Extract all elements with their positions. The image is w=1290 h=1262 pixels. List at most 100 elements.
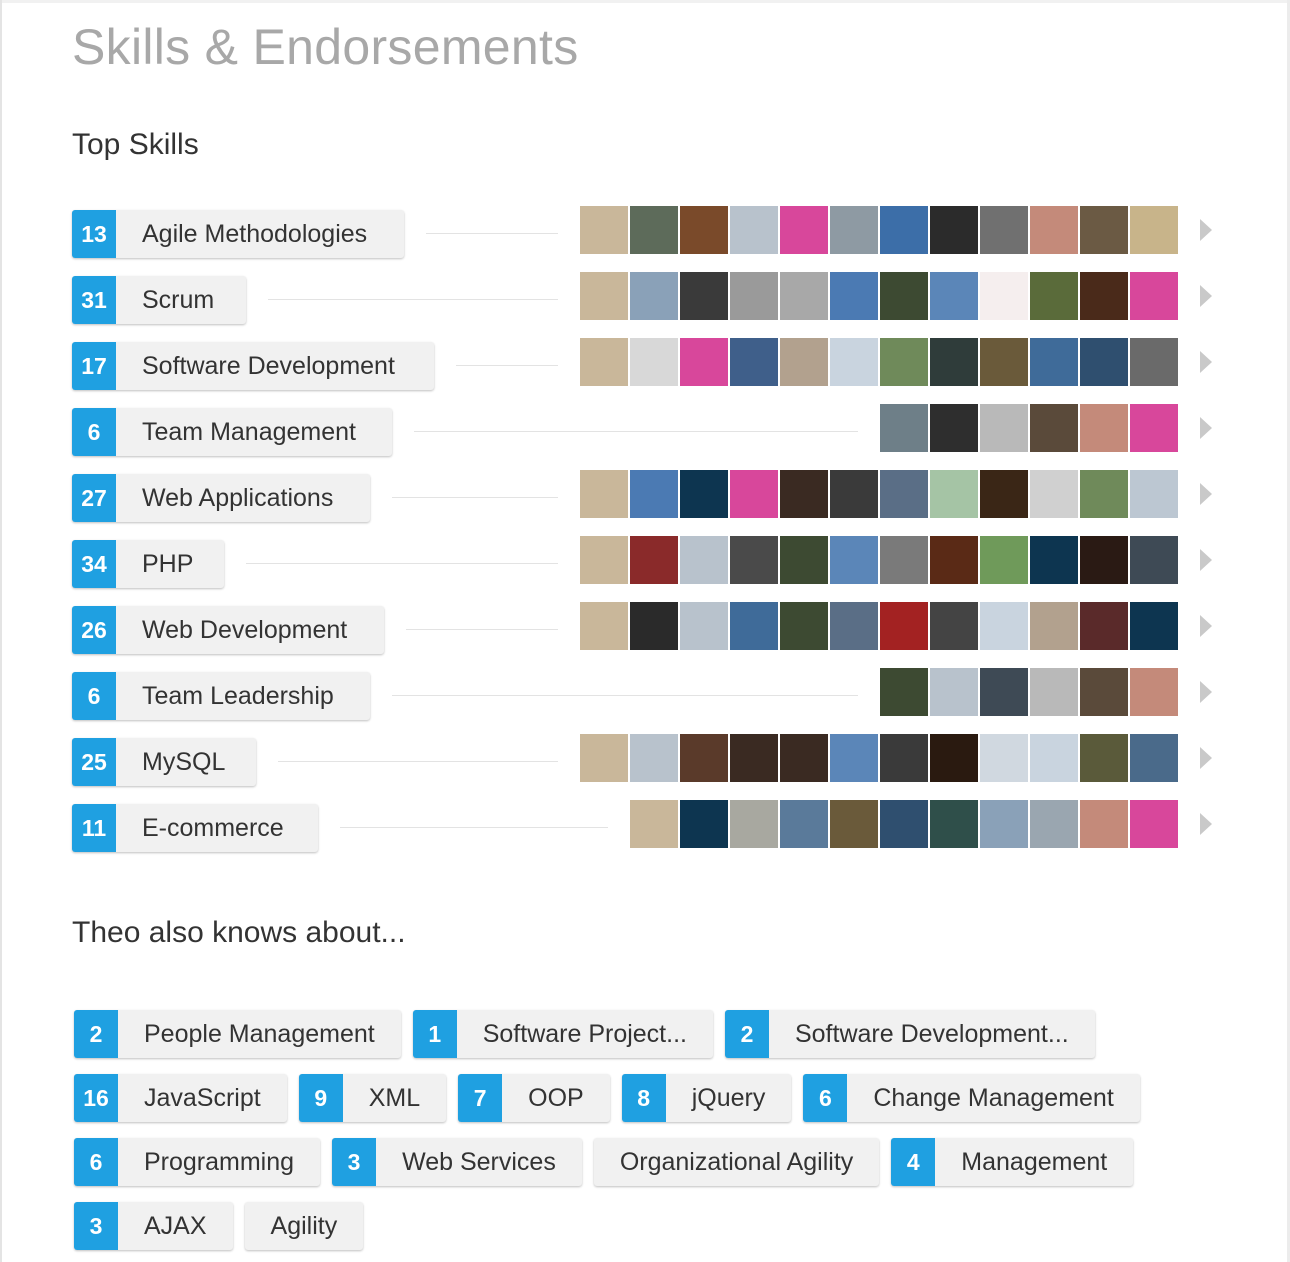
skill-chip[interactable]: 2 Software Development... [724,1010,1095,1058]
endorser-avatar[interactable] [980,602,1028,650]
endorser-avatar[interactable] [980,668,1028,716]
skill-pill[interactable]: 31 Scrum [72,276,246,324]
skill-chip[interactable]: Organizational Agility [593,1138,880,1186]
endorser-avatar[interactable] [980,404,1028,452]
chevron-right-icon[interactable] [1200,483,1212,505]
endorser-avatar[interactable] [1130,668,1178,716]
skill-chip[interactable]: 1 Software Project... [412,1010,713,1058]
endorser-avatar[interactable] [1080,668,1128,716]
endorser-avatar[interactable] [730,800,778,848]
endorser-avatar[interactable] [930,404,978,452]
chevron-right-icon[interactable] [1200,219,1212,241]
skill-pill[interactable]: 34 PHP [72,540,224,588]
endorser-avatar[interactable] [930,602,978,650]
endorser-avatar[interactable] [1130,206,1178,254]
endorser-avatar[interactable] [630,536,678,584]
endorser-avatar[interactable] [1080,470,1128,518]
endorser-avatar[interactable] [880,602,928,650]
skill-chip[interactable]: 2 People Management [74,1010,401,1058]
skill-chip[interactable]: 9 XML [298,1074,447,1122]
endorser-avatar[interactable] [830,206,878,254]
endorser-avatar[interactable] [980,470,1028,518]
endorser-avatar[interactable] [880,668,928,716]
endorser-avatar[interactable] [880,206,928,254]
endorser-avatar[interactable] [780,536,828,584]
chevron-right-icon[interactable] [1200,417,1212,439]
endorser-avatar[interactable] [1130,272,1178,320]
chevron-right-icon[interactable] [1200,615,1212,637]
skill-chip[interactable]: 16 JavaScript [74,1074,287,1122]
endorser-avatar[interactable] [1080,272,1128,320]
endorser-avatar[interactable] [1080,800,1128,848]
endorser-avatar[interactable] [680,470,728,518]
endorser-avatar[interactable] [680,602,728,650]
endorser-avatar[interactable] [1030,536,1078,584]
endorser-avatar[interactable] [780,800,828,848]
endorser-avatar[interactable] [780,734,828,782]
skill-chip[interactable]: 7 OOP [458,1074,610,1122]
skill-pill[interactable]: 25 MySQL [72,738,256,786]
endorser-avatar[interactable] [1130,800,1178,848]
endorser-avatar[interactable] [880,272,928,320]
endorser-avatar[interactable] [730,272,778,320]
endorser-avatar[interactable] [1130,536,1178,584]
endorser-avatar[interactable] [730,734,778,782]
endorser-avatar[interactable] [580,206,628,254]
endorser-avatar[interactable] [930,338,978,386]
skill-pill[interactable]: 11 E-commerce [72,804,318,852]
skill-chip[interactable]: Agility [244,1202,364,1250]
endorser-avatar[interactable] [680,800,728,848]
skill-pill[interactable]: 26 Web Development [72,606,384,654]
endorser-avatar[interactable] [680,536,728,584]
endorser-avatar[interactable] [730,470,778,518]
endorser-avatar[interactable] [1030,800,1078,848]
endorser-avatar[interactable] [1080,536,1128,584]
endorser-avatar[interactable] [930,668,978,716]
endorser-avatar[interactable] [1030,338,1078,386]
endorser-avatar[interactable] [1080,338,1128,386]
endorser-avatar[interactable] [880,470,928,518]
chevron-right-icon[interactable] [1200,747,1212,769]
chevron-right-icon[interactable] [1200,681,1212,703]
endorser-avatar[interactable] [830,536,878,584]
skill-pill[interactable]: 6 Team Management [72,408,392,456]
endorser-avatar[interactable] [980,734,1028,782]
endorser-avatar[interactable] [580,338,628,386]
chevron-right-icon[interactable] [1200,549,1212,571]
endorser-avatar[interactable] [1130,404,1178,452]
endorser-avatar[interactable] [1030,470,1078,518]
endorser-avatar[interactable] [630,734,678,782]
endorser-avatar[interactable] [1080,404,1128,452]
endorser-avatar[interactable] [780,602,828,650]
endorser-avatar[interactable] [630,602,678,650]
endorser-avatar[interactable] [730,206,778,254]
endorser-avatar[interactable] [730,536,778,584]
endorser-avatar[interactable] [930,206,978,254]
endorser-avatar[interactable] [580,272,628,320]
endorser-avatar[interactable] [1130,338,1178,386]
endorser-avatar[interactable] [780,272,828,320]
endorser-avatar[interactable] [680,272,728,320]
skill-chip[interactable]: 6 Change Management [803,1074,1140,1122]
endorser-avatar[interactable] [780,470,828,518]
endorser-avatar[interactable] [880,338,928,386]
endorser-avatar[interactable] [1030,404,1078,452]
endorser-avatar[interactable] [830,734,878,782]
skill-pill[interactable]: 17 Software Development [72,342,434,390]
endorser-avatar[interactable] [730,338,778,386]
endorser-avatar[interactable] [1080,602,1128,650]
endorser-avatar[interactable] [980,536,1028,584]
endorser-avatar[interactable] [580,536,628,584]
endorser-avatar[interactable] [1130,470,1178,518]
endorser-avatar[interactable] [980,338,1028,386]
skill-chip[interactable]: 4 Management [891,1138,1134,1186]
skill-pill[interactable]: 13 Agile Methodologies [72,210,404,258]
endorser-avatar[interactable] [980,800,1028,848]
chevron-right-icon[interactable] [1200,813,1212,835]
endorser-avatar[interactable] [580,470,628,518]
endorser-avatar[interactable] [1080,734,1128,782]
endorser-avatar[interactable] [1030,206,1078,254]
endorser-avatar[interactable] [930,800,978,848]
chevron-right-icon[interactable] [1200,351,1212,373]
endorser-avatar[interactable] [1030,668,1078,716]
